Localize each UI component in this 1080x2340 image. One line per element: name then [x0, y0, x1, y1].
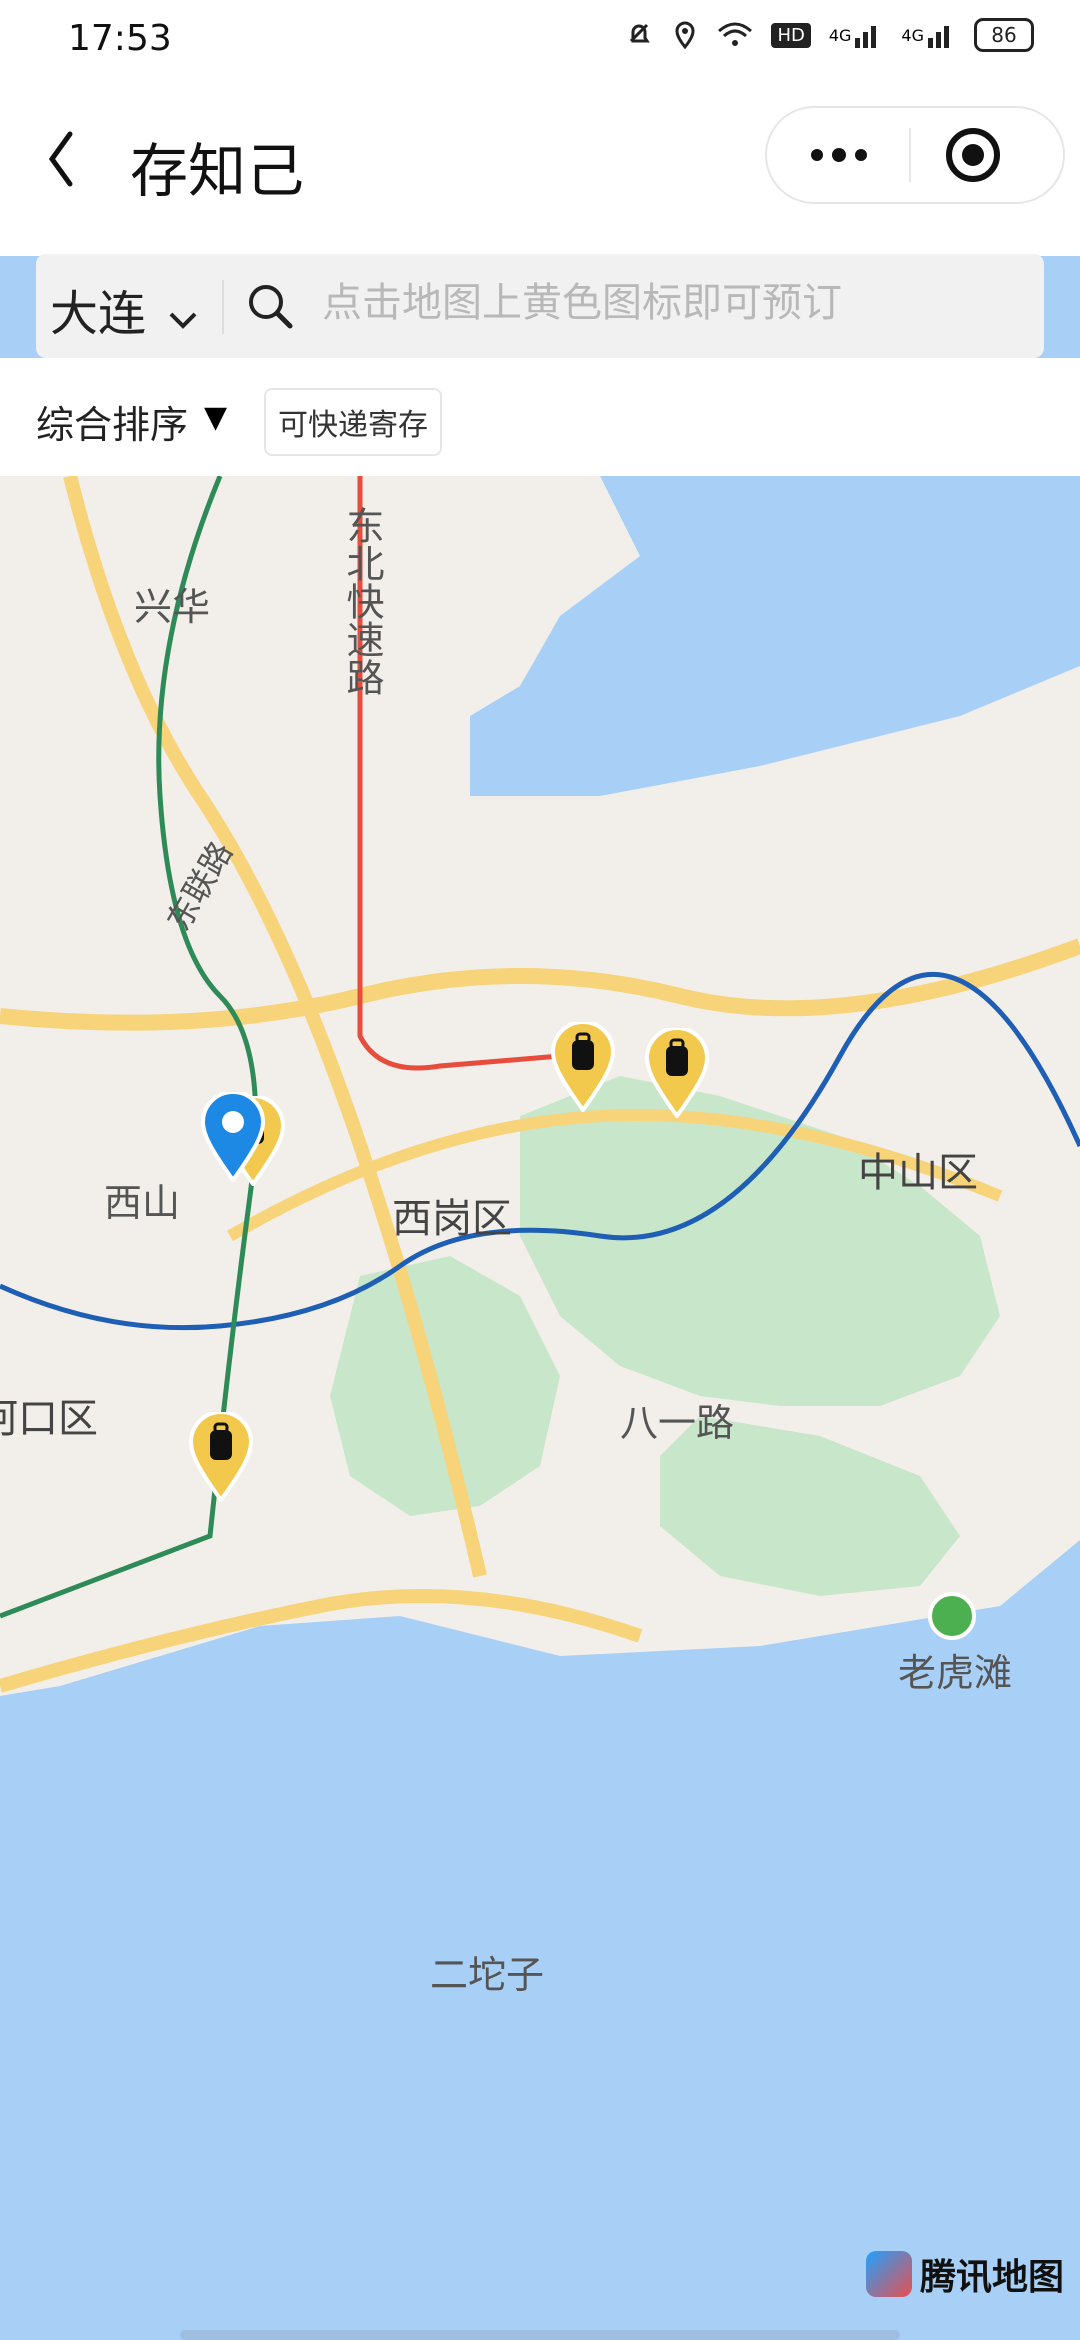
search-bar: 大连 点击地图上黄色图标即可预订	[36, 254, 1044, 358]
tencent-map-logo-icon	[865, 2251, 912, 2297]
close-miniapp-button[interactable]	[943, 125, 1003, 185]
battery-indicator: 86	[974, 18, 1034, 52]
clock: 17:53	[68, 18, 172, 59]
page-title: 存知己	[130, 137, 305, 205]
map-label-dongbei-expressway: 东北快速路	[340, 506, 384, 696]
target-icon	[946, 128, 1000, 182]
status-bar: 17:53 HD 4G 4G 86	[0, 0, 1080, 84]
mute-icon	[625, 21, 653, 49]
city-selector[interactable]: 大连	[50, 274, 199, 344]
map-label-ertuozi: 二坨子	[430, 1953, 545, 1997]
filter-bar: 综合排序 ▼ 可快递寄存	[0, 358, 1080, 476]
map-view[interactable]: 兴华 东北快速路 东联路 西山 西岗区 中山区 河口区 八一路 老虎滩 二坨子 …	[0, 476, 1080, 2340]
location-pin-icon	[200, 1092, 266, 1182]
map-label-zhongshan: 中山区	[858, 1150, 978, 1196]
search-icon	[246, 282, 294, 330]
home-indicator	[180, 2330, 900, 2340]
chevron-down-icon	[169, 312, 197, 329]
signal-icon-2: 4G	[901, 22, 956, 48]
map-label-xishan: 西山	[104, 1181, 181, 1225]
current-location-pin[interactable]	[198, 1092, 268, 1182]
storage-point-pin[interactable]	[186, 1412, 256, 1502]
more-dots-icon	[811, 148, 867, 162]
map-label-hekou: 河口区	[0, 1396, 98, 1442]
scenic-spot-icon	[928, 1592, 976, 1640]
luggage-pin-icon	[550, 1022, 616, 1112]
map-label-xigang: 西岗区	[392, 1196, 512, 1242]
sort-arrow-icon: ▼	[204, 400, 228, 435]
back-button[interactable]	[40, 124, 90, 194]
sort-dropdown[interactable]: 综合排序	[36, 394, 188, 449]
hd-icon: HD	[771, 22, 811, 48]
storage-point-pin[interactable]	[642, 1028, 712, 1118]
more-options-button[interactable]	[789, 128, 889, 182]
map-label-bayi-road: 八一路	[620, 1401, 735, 1445]
app-header: 存知己	[0, 84, 1080, 256]
map-provider-logo: 腾讯地图	[865, 2248, 1064, 2300]
map-label-xinghua: 兴华	[134, 585, 211, 629]
search-input[interactable]: 点击地图上黄色图标即可预订	[322, 270, 842, 328]
map-canvas[interactable]	[0, 476, 1080, 2340]
signal-icon: 4G	[829, 22, 884, 48]
map-label-laohutan: 老虎滩	[898, 1651, 1013, 1695]
wifi-icon	[717, 21, 753, 49]
miniapp-capsule	[765, 106, 1065, 204]
express-storage-filter[interactable]: 可快递寄存	[264, 388, 442, 456]
luggage-pin-icon	[644, 1028, 710, 1118]
location-icon	[671, 21, 699, 49]
storage-point-pin[interactable]	[548, 1022, 618, 1112]
luggage-pin-icon	[188, 1412, 254, 1502]
status-icons: HD 4G 4G 86	[625, 18, 1034, 52]
